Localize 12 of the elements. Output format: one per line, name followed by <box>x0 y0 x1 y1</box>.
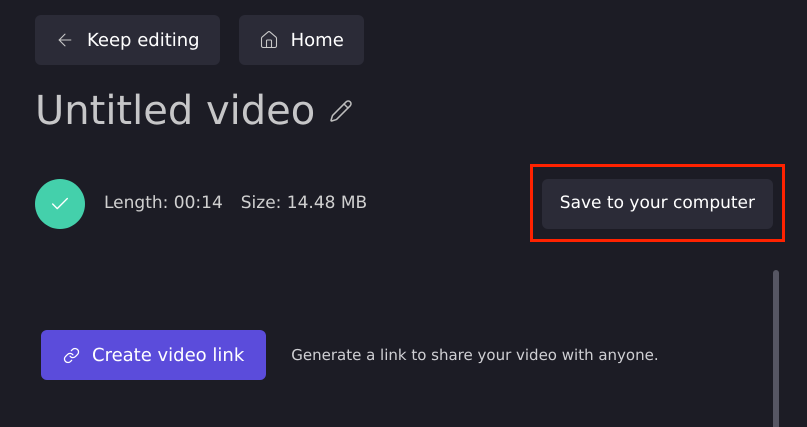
pencil-icon[interactable] <box>329 99 354 123</box>
home-icon <box>258 30 279 50</box>
create-link-button[interactable]: Create video link <box>41 330 266 380</box>
home-button[interactable]: Home <box>238 15 364 65</box>
back-button[interactable]: Keep editing <box>35 15 220 65</box>
link-icon <box>63 346 80 364</box>
video-title: Untitled video <box>35 91 316 131</box>
share-description: Generate a link to share your video with anyone. <box>291 344 659 366</box>
video-length: Length: 00:14 <box>104 192 223 216</box>
save-button[interactable]: Save to your computer <box>542 179 773 229</box>
scrollbar[interactable] <box>773 270 779 427</box>
video-size: Size: 14.48 MB <box>240 192 368 216</box>
